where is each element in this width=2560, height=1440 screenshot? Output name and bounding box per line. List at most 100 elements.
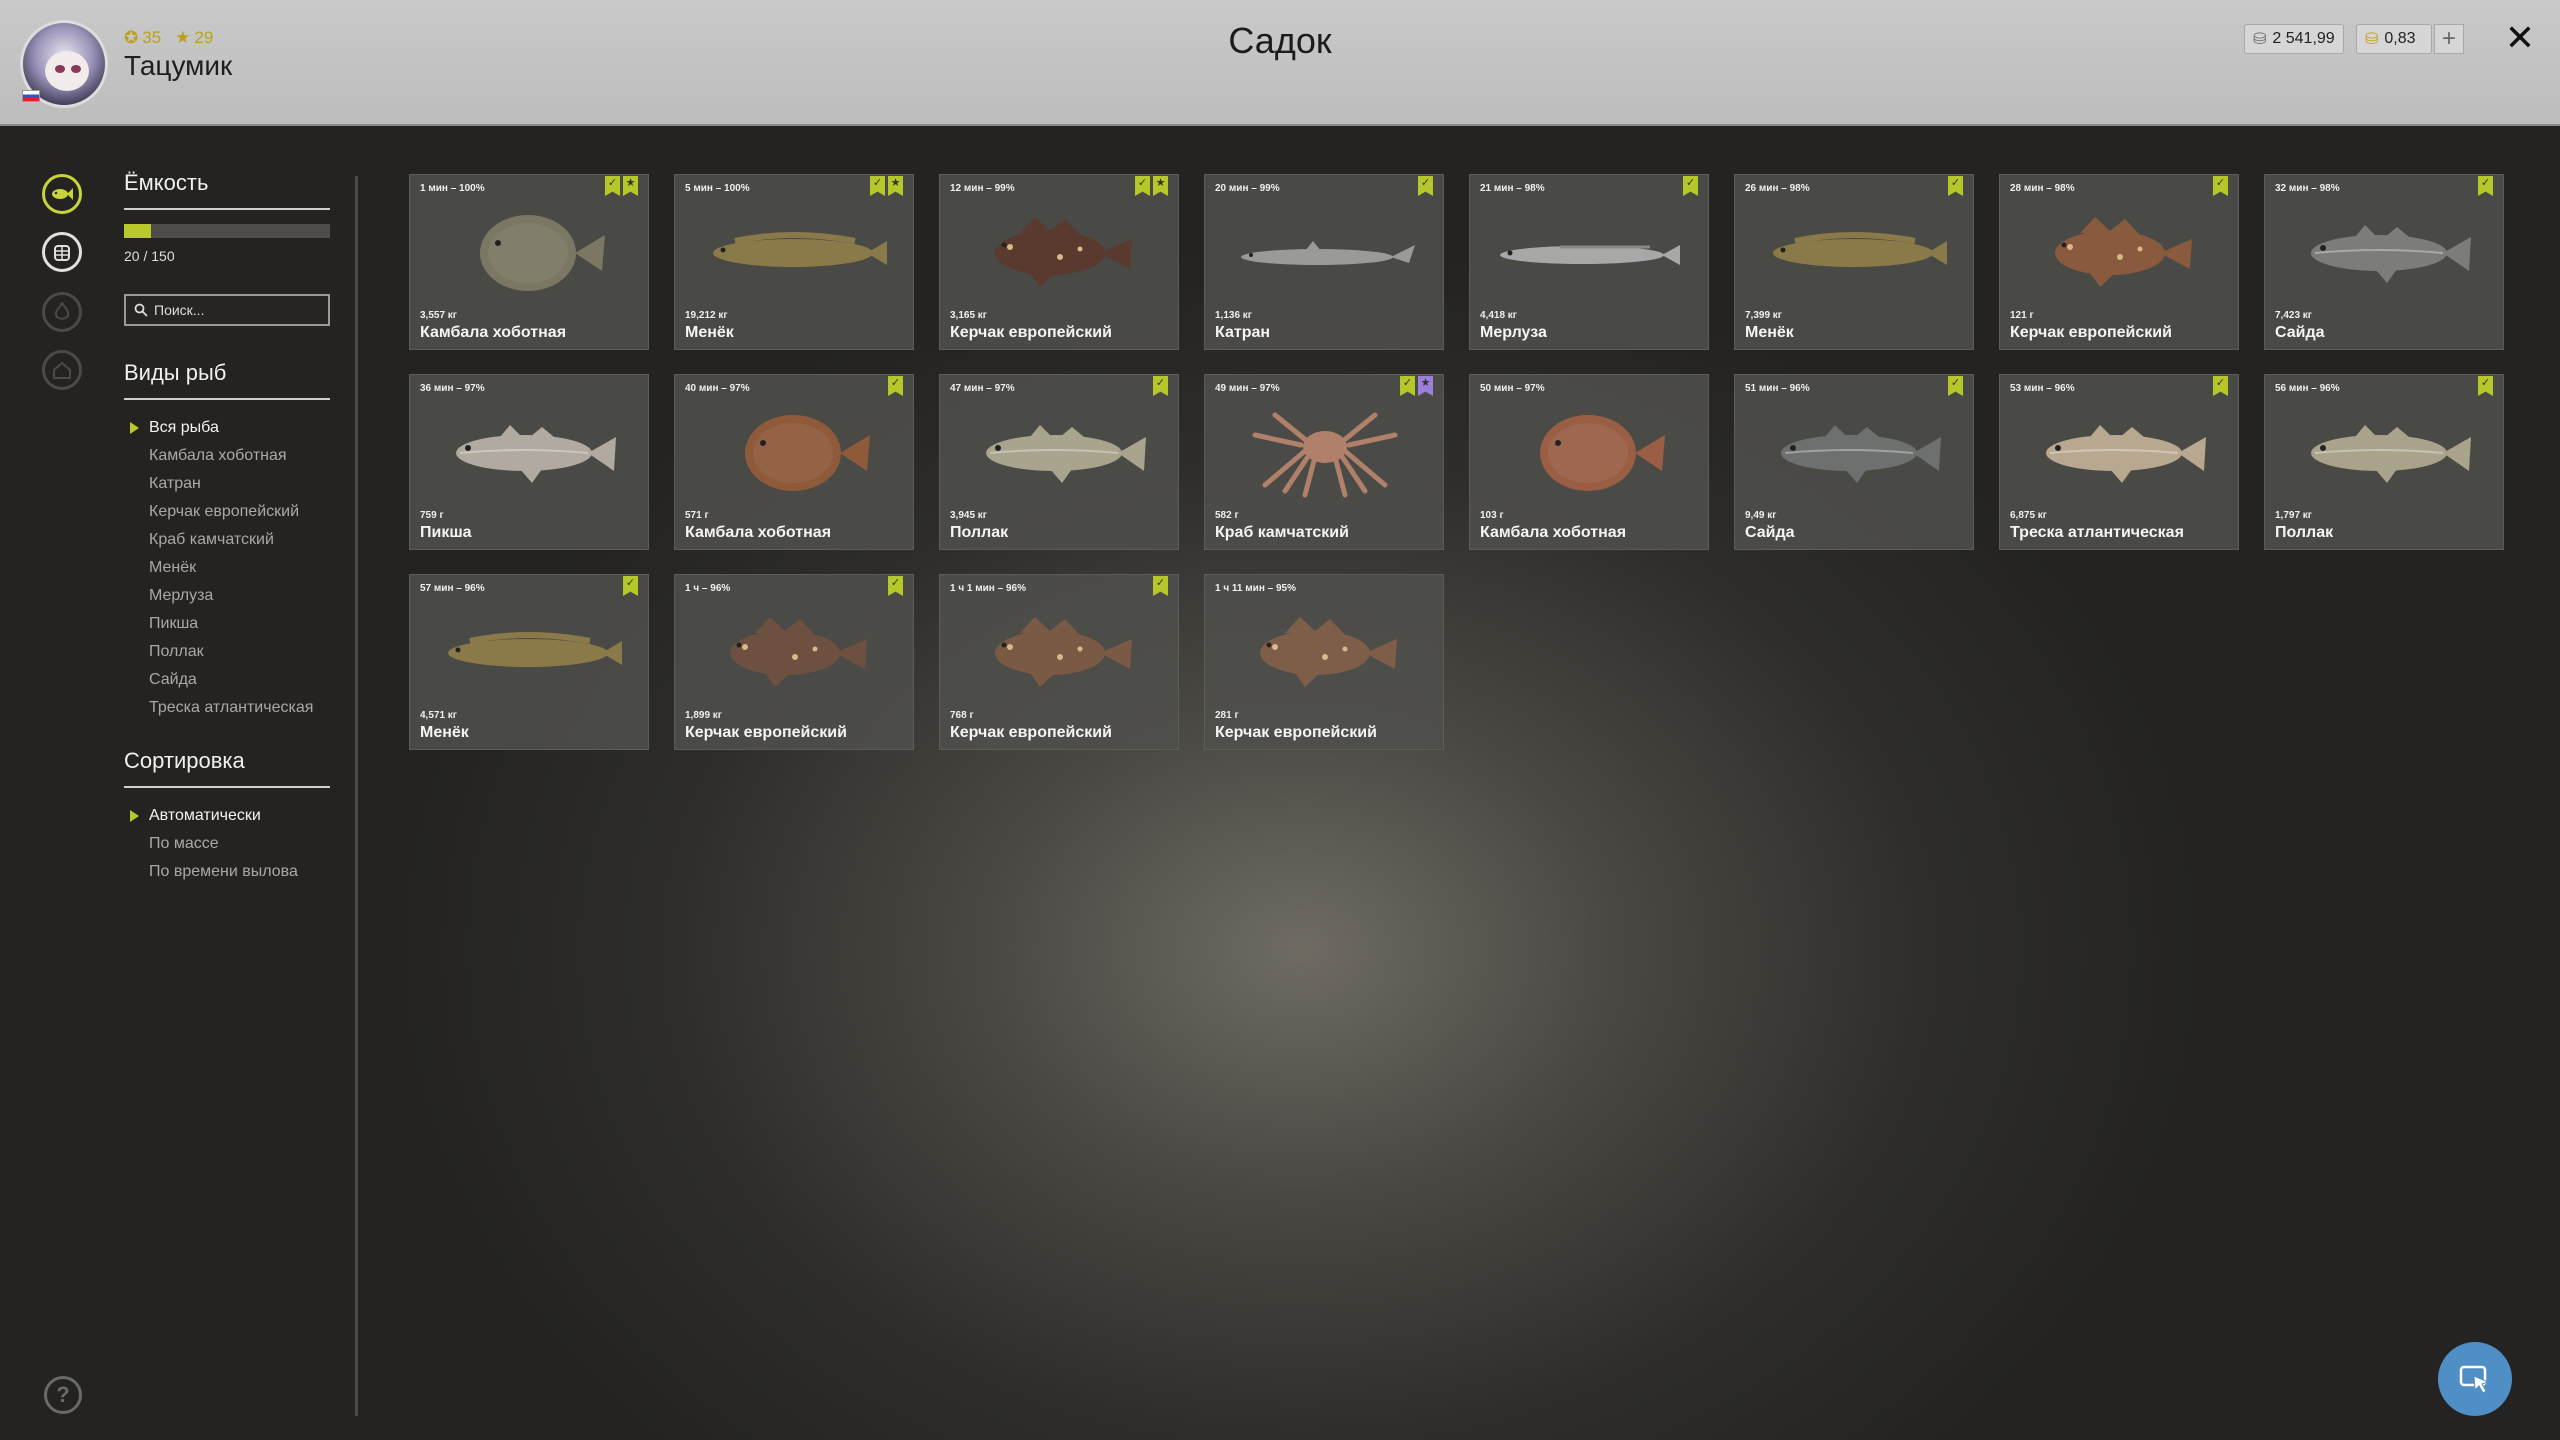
fish-card[interactable]: 50 мин – 97% 103 г Камбала хоботная [1469,374,1709,550]
fish-weight: 19,212 кг [685,310,728,321]
catch-time: 49 мин – 97% [1215,383,1280,394]
fish-weight: 7,399 кг [1745,310,1782,321]
fish-card[interactable]: 5 мин – 100% ✓ ★ 19,212 кг Менёк [674,174,914,350]
fish-image [410,395,648,505]
fish-card[interactable]: 53 мин – 96% ✓ 6,875 кг Треска атлантическа… [1999,374,2239,550]
fish-image [1205,395,1443,505]
fish-weight: 582 г [1215,510,1239,521]
sidebar-divider [355,176,358,1416]
check-badge-icon: ✓ [1418,176,1433,196]
check-badge-icon: ✓ [1153,576,1168,596]
search-input[interactable] [154,302,314,318]
catch-time: 50 мин – 97% [1480,383,1545,394]
search-box[interactable] [124,294,330,326]
sort-option[interactable]: По времени вылова [124,858,330,886]
fish-weight: 9,49 кг [1745,510,1777,521]
catch-time: 32 мин – 98% [2275,183,2340,194]
species-filter-item[interactable]: Мерлуза [124,582,330,610]
fish-card[interactable]: 40 мин – 97% ✓ 571 г Камбала хоботная [674,374,914,550]
species-filter-item[interactable]: Пикша [124,610,330,638]
fish-card[interactable]: 1 мин – 100% ✓ ★ 3,557 кг Камбала хоботная [409,174,649,350]
silver-coin-icon: ⛁ [2253,31,2267,48]
fish-weight: 1,797 кг [2275,510,2312,521]
species-title: Виды рыб [124,360,330,400]
species-filter-item[interactable]: Поллак [124,638,330,666]
fish-weight: 121 г [2010,310,2034,321]
species-filter-item[interactable]: Сайда [124,666,330,694]
cursor-icon[interactable] [2438,1342,2512,1416]
catch-time: 53 мин – 96% [2010,383,2075,394]
fish-card[interactable]: 21 мин – 98% ✓ 4,418 кг Мерлуза [1469,174,1709,350]
fish-card[interactable]: 51 мин – 96% ✓ 9,49 кг Сайда [1734,374,1974,550]
catch-time: 36 мин – 97% [420,383,485,394]
keepnet-icon[interactable] [42,232,82,272]
sort-option[interactable]: По массе [124,830,330,858]
fish-card[interactable]: 49 мин – 97% ✓ ★ 582 г Краб камчатский [1204,374,1444,550]
fish-card[interactable]: 32 мин – 98% ✓ 7,423 кг Сайда [2264,174,2504,350]
species-list: Вся рыба Камбала хоботная Катран Керчак евр… [124,414,330,722]
fish-grid: 1 мин – 100% ✓ ★ 3,557 кг Камбала хоботная 5 … [409,174,2504,750]
species-filter-item[interactable]: Вся рыба [124,414,330,442]
fish-card[interactable]: 12 мин – 99% ✓ ★ 3,165 кг Керчак европейский [939,174,1179,350]
fish-weight: 281 г [1215,710,1239,721]
badge-group: ✓ [888,576,903,596]
capacity-fill [124,224,152,238]
fish-card[interactable]: 56 мин – 96% ✓ 1,797 кг Поллак [2264,374,2504,550]
fish-name: Менёк [1745,324,1794,341]
badge-group: ✓ [1948,176,1963,196]
badge-group: ✓ [2213,176,2228,196]
fish-card[interactable]: 1 ч 1 мин – 96% ✓ 768 г Керчак европейский [939,574,1179,750]
catch-time: 1 мин – 100% [420,183,485,194]
badge-group: ✓ [1153,376,1168,396]
fish-name: Керчак европейский [1215,724,1377,741]
fish-card[interactable]: 36 мин – 97% 759 г Пикша [409,374,649,550]
fish-card[interactable]: 1 ч 11 мин – 95% 281 г Керчак европейский [1204,574,1444,750]
species-filter-item[interactable]: Треска атлантическая [124,694,330,722]
badge-group: ✓ ★ [1400,376,1433,396]
fish-weight: 1,136 кг [1215,310,1252,321]
badge-group: ✓ [1948,376,1963,396]
fish-image [410,595,648,705]
fish-card[interactable]: 47 мин – 97% ✓ 3,945 кг Поллак [939,374,1179,550]
fish-image [1735,195,1973,305]
capacity-bar [124,224,330,238]
fish-weight: 768 г [950,710,974,721]
species-filter-item[interactable]: Керчак европейский [124,498,330,526]
fish-image [675,395,913,505]
fish-image [2000,395,2238,505]
catch-time: 56 мин – 96% [2275,383,2340,394]
species-filter-item[interactable]: Камбала хоботная [124,442,330,470]
fish-card[interactable]: 57 мин – 96% ✓ 4,571 кг Менёк [409,574,649,750]
help-icon[interactable]: ? [44,1376,82,1414]
sort-title: Сортировка [124,748,330,788]
fish-image [675,595,913,705]
fish-image [1205,595,1443,705]
catch-time: 26 мин – 98% [1745,183,1810,194]
species-filter-item[interactable]: Менёк [124,554,330,582]
species-filter-item[interactable]: Краб камчатский [124,526,330,554]
check-badge-icon: ✓ [1400,376,1415,396]
fish-weight: 759 г [420,510,444,521]
gold-value: 0,83 [2384,30,2416,47]
fish-image [675,195,913,305]
fish-icon[interactable] [42,174,82,214]
sort-option[interactable]: Автоматически [124,802,330,830]
fish-image [940,195,1178,305]
star-badge-icon: ★ [623,176,638,196]
catch-time: 5 мин – 100% [685,183,750,194]
catch-time: 40 мин – 97% [685,383,750,394]
fish-card[interactable]: 1 ч – 96% ✓ 1,899 кг Керчак европейский [674,574,914,750]
check-badge-icon: ✓ [888,376,903,396]
fish-name: Мерлуза [1480,324,1547,341]
home-icon[interactable] [42,350,82,390]
fish-card[interactable]: 20 мин – 99% ✓ 1,136 кг Катран [1204,174,1444,350]
fire-icon[interactable] [42,292,82,332]
species-filter-item[interactable]: Катран [124,470,330,498]
fish-name: Катран [1215,324,1271,341]
fish-image [1470,395,1708,505]
fish-card[interactable]: 26 мин – 98% ✓ 7,399 кг Менёк [1734,174,1974,350]
close-icon[interactable]: ✕ [2500,17,2540,58]
fish-card[interactable]: 28 мин – 98% ✓ 121 г Керчак европейский [1999,174,2239,350]
add-currency-button[interactable]: + [2434,24,2464,54]
check-badge-icon: ✓ [605,176,620,196]
